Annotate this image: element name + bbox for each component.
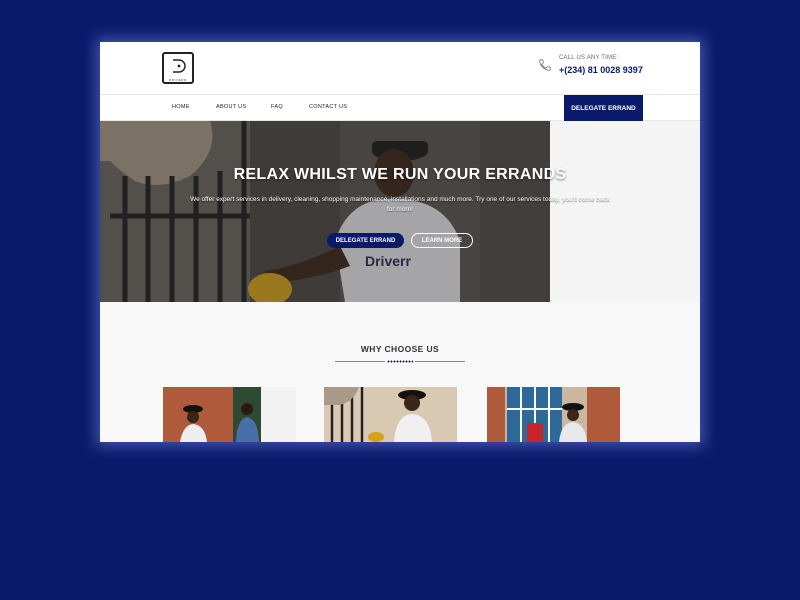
phone-number[interactable]: +(234) 81 0028 9397 [559,65,643,75]
nav-contact-us[interactable]: CONTACT US [309,104,347,110]
nav-faq[interactable]: FAQ [271,104,283,110]
title-dots [387,360,413,363]
feature-image-1[interactable] [163,387,296,442]
section-title: WHY CHOOSE US [360,344,440,354]
hero-title: RELAX WHILST WE RUN YOUR ERRANDS [233,166,567,183]
website-screenshot: DRIVERR CALL US ANY TIME: +(234) 81 0028… [100,42,700,442]
feature-image-3[interactable] [487,387,620,442]
learn-more-button[interactable]: LEARN MORE [411,233,473,248]
delegate-errand-nav-button[interactable]: DELEGATE ERRAND [564,95,643,122]
hero-section: Driverr RELAX WHILST WE RUN YOUR ERRANDS… [100,121,700,302]
hero-description: We offer expert services in delivery, cl… [190,196,610,213]
feature-image-2[interactable] [324,387,457,442]
phone-icon [539,59,551,71]
delegate-errand-button[interactable]: DELEGATE ERRAND [327,233,404,248]
logo-icon [173,59,186,73]
logo-wordmark: DRIVERR [169,78,187,82]
call-label: CALL US ANY TIME: [559,55,619,61]
title-divider-left [335,361,385,362]
site-header: DRIVERR CALL US ANY TIME: +(234) 81 0028… [100,42,700,94]
title-divider-right [415,361,465,362]
why-choose-us-section: WHY CHOOSE US [100,302,700,442]
main-nav: HOME ABOUT US FAQ CONTACT US DELEGATE ER… [100,94,700,122]
nav-about-us[interactable]: ABOUT US [216,104,246,110]
nav-home[interactable]: HOME [172,104,190,110]
site-logo[interactable]: DRIVERR [162,52,194,84]
